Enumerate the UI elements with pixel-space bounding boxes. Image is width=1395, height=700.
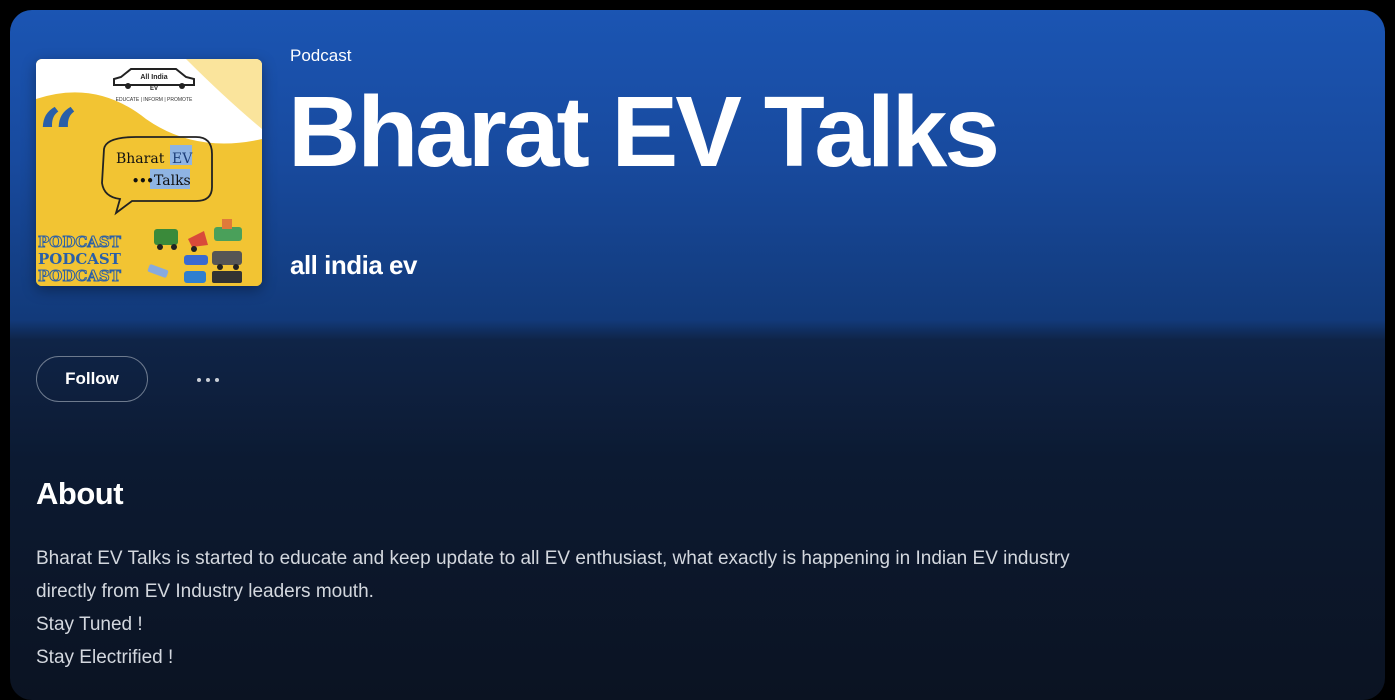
cover-logo-bottom: EV [150,86,158,92]
podcast-title: Bharat EV Talks [288,76,1000,188]
svg-text:•••: ••• [132,174,154,188]
dot [215,378,219,382]
cover-bubble-word-1: Bharat [116,151,165,167]
content-type-label: Podcast [290,46,352,65]
dot [197,378,201,382]
podcast-page: All India EV EDUCATE | INFORM | PROMOTE … [10,10,1385,700]
cover-podcast-text: PODCAST [38,250,122,268]
about-line: Stay Tuned ! [36,614,143,635]
cover-podcast-outline-2: PODCAST [38,267,122,285]
cover-bubble-word-2: EV [172,151,193,167]
podcast-cover-art: All India EV EDUCATE | INFORM | PROMOTE … [36,59,262,286]
follow-button[interactable]: Follow [36,356,148,402]
more-options-icon[interactable] [182,366,234,394]
podcast-author[interactable]: all india ev [290,250,417,281]
about-line: Stay Electrified ! [36,647,174,668]
cover-podcast-outline-1: PODCAST [38,233,122,251]
cover-tagline: EDUCATE | INFORM | PROMOTE [116,97,193,103]
cover-logo-top: All India [140,74,167,81]
about-line: directly from EV Industry leaders mouth. [36,581,374,602]
cover-bubble-word-3: Talks [154,173,191,189]
dot [206,378,210,382]
about-description: Bharat EV Talks is started to educate an… [36,542,1366,674]
about-line: Bharat EV Talks is started to educate an… [36,548,1070,569]
quote-mark-icon: “ [38,93,78,176]
about-heading: About [36,476,124,511]
